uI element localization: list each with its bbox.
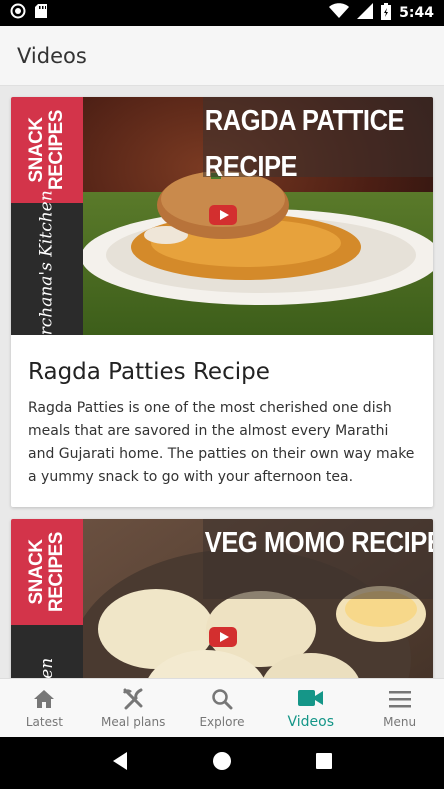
recents-icon[interactable]: [315, 752, 333, 774]
video-card[interactable]: SNACK RECIPES Archana's Kitchen RAGDA PA…: [11, 97, 433, 507]
band-brand: Kitchen: [11, 625, 83, 678]
nav-item-explore[interactable]: Explore: [178, 679, 267, 737]
nav-label: Meal plans: [100, 715, 166, 729]
app-bar: Videos: [0, 26, 444, 86]
overlay-line: RAGDA PATTICE: [204, 105, 405, 137]
video-thumbnail[interactable]: SNACK RECIPES Kitchen VEG MOMO RECIPE: [11, 519, 433, 678]
play-icon[interactable]: [209, 205, 237, 225]
card-body[interactable]: Ragda Patties Recipe Ragda Patties is on…: [11, 335, 433, 507]
band-snack-recipes: SNACK RECIPES: [11, 97, 83, 203]
hamburger-menu-icon: [388, 687, 411, 711]
nav-item-latest[interactable]: Latest: [0, 679, 89, 737]
nav-label: Latest: [25, 715, 63, 729]
back-icon[interactable]: [111, 751, 129, 775]
nav-item-videos[interactable]: Videos: [266, 679, 355, 737]
video-thumbnail[interactable]: SNACK RECIPES Archana's Kitchen RAGDA PA…: [11, 97, 433, 335]
status-time: 5:44: [399, 5, 434, 21]
nav-label: Menu: [383, 715, 417, 729]
overlay-line: VEG MOMO RECIPE: [204, 527, 433, 559]
system-navigation-bar: [0, 737, 444, 789]
wifi-icon: [329, 3, 350, 23]
home-circle-icon[interactable]: [212, 751, 232, 775]
video-list[interactable]: SNACK RECIPES Archana's Kitchen RAGDA PA…: [0, 86, 444, 678]
video-title[interactable]: Ragda Patties Recipe: [28, 359, 416, 385]
bottom-navigation: Latest Meal plans Explore Videos Menu: [0, 678, 444, 737]
search-icon: [211, 687, 233, 711]
band-snack-recipes: SNACK RECIPES: [11, 519, 83, 625]
thumbnail-title-overlay: RAGDA PATTICE RECIPE: [203, 97, 433, 183]
page-title: Videos: [17, 43, 87, 68]
thumbnail-title-overlay: VEG MOMO RECIPE: [203, 519, 433, 599]
nav-label: Explore: [199, 715, 245, 729]
brand-band: SNACK RECIPES Kitchen: [11, 519, 83, 678]
status-bar: 5:44: [0, 0, 444, 26]
nav-item-menu[interactable]: Menu: [355, 679, 444, 737]
sd-card-icon: [34, 3, 48, 23]
nav-item-meal-plans[interactable]: Meal plans: [89, 679, 178, 737]
band-label: SNACK RECIPES: [26, 110, 68, 190]
home-icon: [33, 687, 55, 711]
brand-band: SNACK RECIPES Archana's Kitchen: [11, 97, 83, 335]
fork-knife-icon: [122, 687, 144, 711]
brand-label: Archana's Kitchen: [37, 190, 57, 335]
battery-icon: [381, 2, 392, 24]
play-icon[interactable]: [209, 627, 237, 647]
band-brand: Archana's Kitchen: [11, 190, 83, 335]
video-description: Ragda Patties is one of the most cherish…: [28, 400, 415, 485]
signal-icon: [357, 3, 374, 23]
video-camera-icon: [297, 686, 324, 710]
ring-icon: [10, 3, 26, 23]
video-card[interactable]: SNACK RECIPES Kitchen VEG MOMO RECIPE: [11, 519, 433, 678]
nav-label: Videos: [287, 714, 335, 730]
band-label: SNACK RECIPES: [26, 532, 68, 612]
brand-label: Kitchen: [37, 658, 57, 678]
overlay-line: RECIPE: [204, 151, 298, 183]
